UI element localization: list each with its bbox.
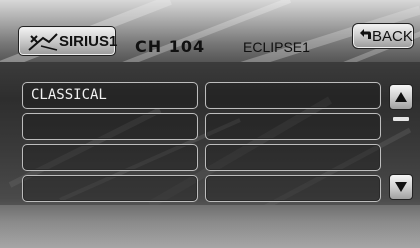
preset-button-2[interactable] <box>22 113 198 140</box>
preset-button-1[interactable]: CLASSICAL <box>22 82 198 109</box>
preset-button-3[interactable] <box>22 144 198 171</box>
preset-button-7[interactable] <box>205 144 381 171</box>
scroll-thumb[interactable] <box>393 117 409 121</box>
return-arrow-icon <box>360 29 371 39</box>
preset-button-8[interactable] <box>205 175 381 202</box>
station-name: ECLIPSE1 <box>243 39 310 55</box>
triangle-down-icon <box>395 182 407 192</box>
header-bar: SIRIUS1 CH 104 ECLIPSE1 BACK <box>0 0 420 62</box>
sirius-source-label: SIRIUS1 <box>59 33 118 50</box>
scroll-track[interactable] <box>393 117 409 168</box>
sirius-logo-icon <box>28 33 58 51</box>
back-button-label: BACK <box>372 28 413 45</box>
back-button[interactable]: BACK <box>352 23 414 49</box>
preset-button-6[interactable] <box>205 113 381 140</box>
preset-label: CLASSICAL <box>31 87 107 103</box>
radio-screen: SIRIUS1 CH 104 ECLIPSE1 BACK CLASSICAL <box>0 0 420 248</box>
sirius-source-button[interactable]: SIRIUS1 <box>18 26 118 56</box>
scroll-down-button[interactable] <box>389 174 413 200</box>
channel-number: CH 104 <box>135 37 206 56</box>
preset-button-5[interactable] <box>205 82 381 109</box>
preset-button-4[interactable] <box>22 175 198 202</box>
footer-bar <box>0 205 420 248</box>
triangle-up-icon <box>395 92 407 102</box>
scroll-up-button[interactable] <box>389 84 413 110</box>
